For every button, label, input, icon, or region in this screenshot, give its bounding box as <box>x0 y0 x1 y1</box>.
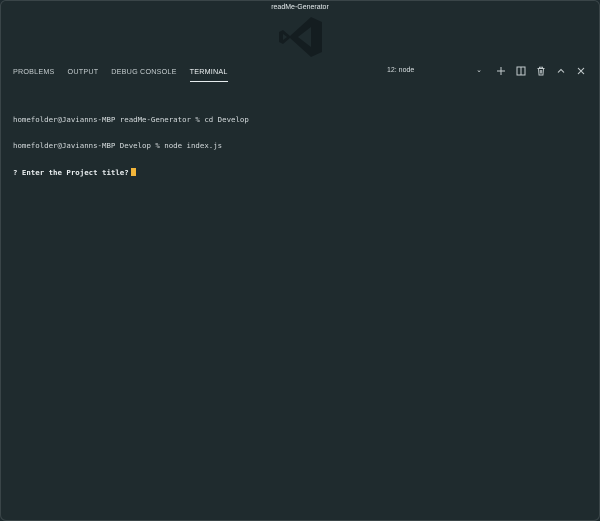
terminal-line: homefolder@Javianns-MBP readMe-Generator… <box>13 115 249 125</box>
split-terminal-button[interactable] <box>511 65 531 77</box>
app-window: readMe-Generator PROBLEMS OUTPUT DEBUG C… <box>0 0 600 521</box>
title-bar: readMe-Generator <box>1 1 599 59</box>
tab-debug-console[interactable]: DEBUG CONSOLE <box>111 67 176 82</box>
window-title: readMe-Generator <box>271 4 329 11</box>
close-icon <box>577 67 585 75</box>
terminal-cursor <box>130 167 136 176</box>
terminal-select-value: 12: node <box>387 67 415 74</box>
trash-icon <box>537 66 545 76</box>
terminal-select[interactable]: 12: node ⌄ <box>384 65 485 77</box>
split-icon <box>516 66 526 76</box>
maximize-panel-button[interactable] <box>551 65 571 77</box>
terminal-output[interactable]: homefolder@Javianns-MBP readMe-Generator… <box>13 99 249 195</box>
terminal-line: homefolder@Javianns-MBP Develop % node i… <box>13 140 223 150</box>
plus-icon <box>497 67 505 75</box>
panel-header: PROBLEMS OUTPUT DEBUG CONSOLE TERMINAL 1… <box>1 59 599 85</box>
panel-actions: 12: node ⌄ <box>384 65 591 77</box>
vscode-logo-icon <box>279 17 322 57</box>
kill-terminal-button[interactable] <box>531 65 551 77</box>
chevron-down-icon: ⌄ <box>476 67 482 74</box>
chevron-up-icon <box>557 68 565 73</box>
terminal-prompt-line: ? Enter the Project title? <box>13 167 249 178</box>
terminal-prompt: ? Enter the Project title? <box>13 167 129 177</box>
tab-output[interactable]: OUTPUT <box>68 67 99 82</box>
new-terminal-button[interactable] <box>491 65 511 77</box>
tab-problems[interactable]: PROBLEMS <box>13 67 55 82</box>
close-panel-button[interactable] <box>571 65 591 77</box>
tab-terminal[interactable]: TERMINAL <box>189 67 228 82</box>
panel-tabs: PROBLEMS OUTPUT DEBUG CONSOLE TERMINAL <box>13 67 228 82</box>
